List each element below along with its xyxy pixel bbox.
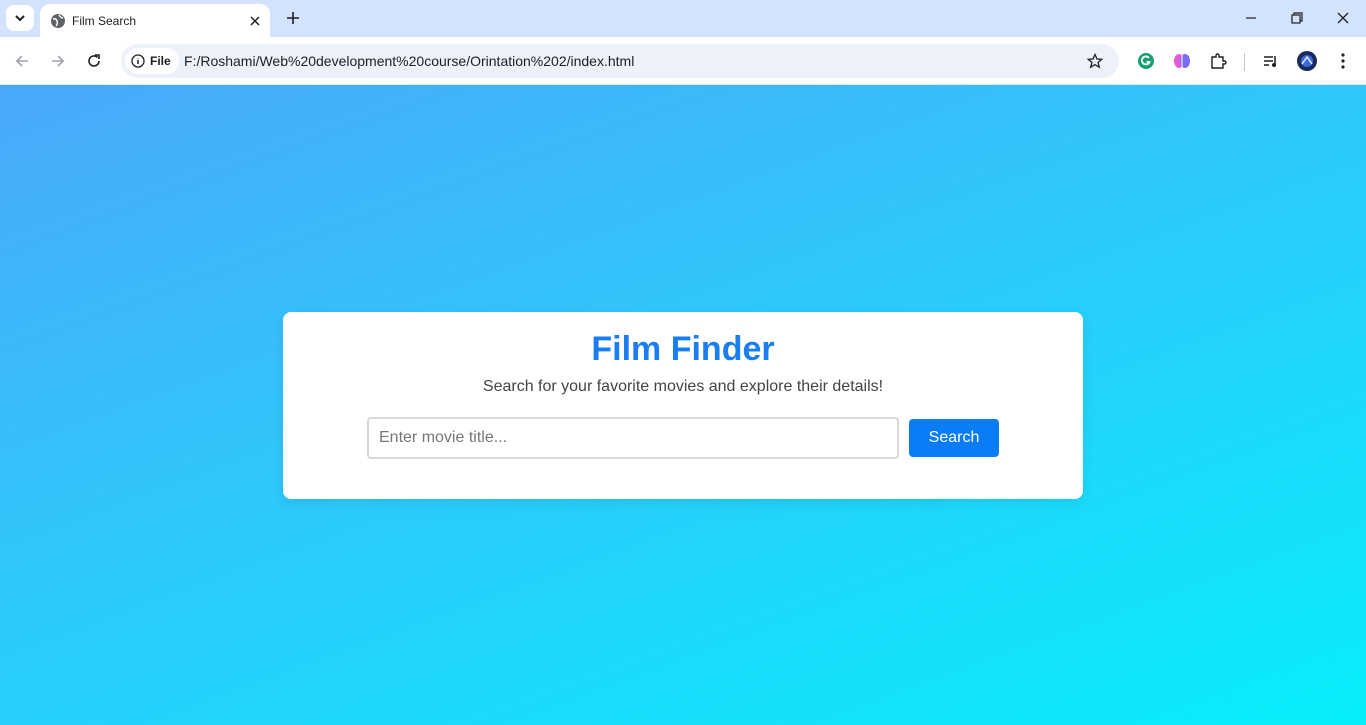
reload-button[interactable]	[80, 47, 108, 75]
globe-icon	[50, 13, 66, 29]
star-icon	[1087, 53, 1103, 69]
tab-strip: Film Search	[0, 0, 1366, 37]
chevron-down-icon	[15, 15, 25, 22]
tab-film-search[interactable]: Film Search	[40, 4, 270, 37]
toolbar-separator	[1244, 53, 1245, 71]
search-card: Film Finder Search for your favorite mov…	[283, 312, 1083, 499]
browser-menu-button[interactable]	[1331, 49, 1355, 73]
profile-avatar-icon	[1297, 51, 1317, 71]
info-icon	[131, 54, 145, 68]
tab-search-button[interactable]	[6, 5, 34, 31]
restore-button[interactable]	[1274, 0, 1320, 36]
plus-icon	[287, 12, 299, 24]
address-bar[interactable]: File F:/Roshami/Web%20development%20cour…	[121, 44, 1119, 78]
browser-toolbar: File F:/Roshami/Web%20development%20cour…	[0, 37, 1366, 85]
window-close-button[interactable]	[1320, 0, 1366, 36]
grammarly-extension[interactable]	[1134, 49, 1158, 73]
extensions-button[interactable]	[1206, 49, 1230, 73]
close-icon[interactable]	[245, 11, 265, 31]
brain-icon	[1174, 54, 1190, 68]
new-tab-button[interactable]	[281, 6, 305, 30]
minimize-button[interactable]	[1228, 0, 1274, 36]
arrow-left-icon	[15, 55, 28, 67]
page-viewport: Film Finder Search for your favorite mov…	[0, 85, 1366, 725]
restore-icon	[1291, 12, 1303, 24]
search-input[interactable]	[367, 417, 899, 459]
profile-button[interactable]	[1295, 49, 1319, 73]
kebab-menu-icon	[1341, 53, 1345, 69]
forward-button[interactable]	[44, 47, 72, 75]
brain-extension[interactable]	[1170, 49, 1194, 73]
site-chip-label: File	[150, 54, 171, 68]
search-button[interactable]: Search	[909, 419, 999, 457]
close-window-icon	[1337, 12, 1349, 24]
media-control-icon	[1264, 56, 1276, 67]
bookmark-button[interactable]	[1083, 49, 1107, 73]
site-info-chip[interactable]: File	[125, 48, 179, 74]
page-subtitle: Search for your favorite movies and expl…	[482, 378, 884, 395]
url-text[interactable]: F:/Roshami/Web%20development%20course/Or…	[184, 53, 634, 69]
minimize-icon	[1246, 17, 1256, 19]
page-title: Film Finder	[591, 330, 775, 368]
back-button[interactable]	[8, 47, 36, 75]
tab-title: Film Search	[72, 13, 137, 28]
arrow-right-icon	[52, 55, 65, 67]
grammarly-icon	[1138, 53, 1154, 69]
reload-icon	[88, 54, 100, 67]
puzzle-icon	[1211, 53, 1227, 69]
media-control-button[interactable]	[1259, 49, 1283, 73]
